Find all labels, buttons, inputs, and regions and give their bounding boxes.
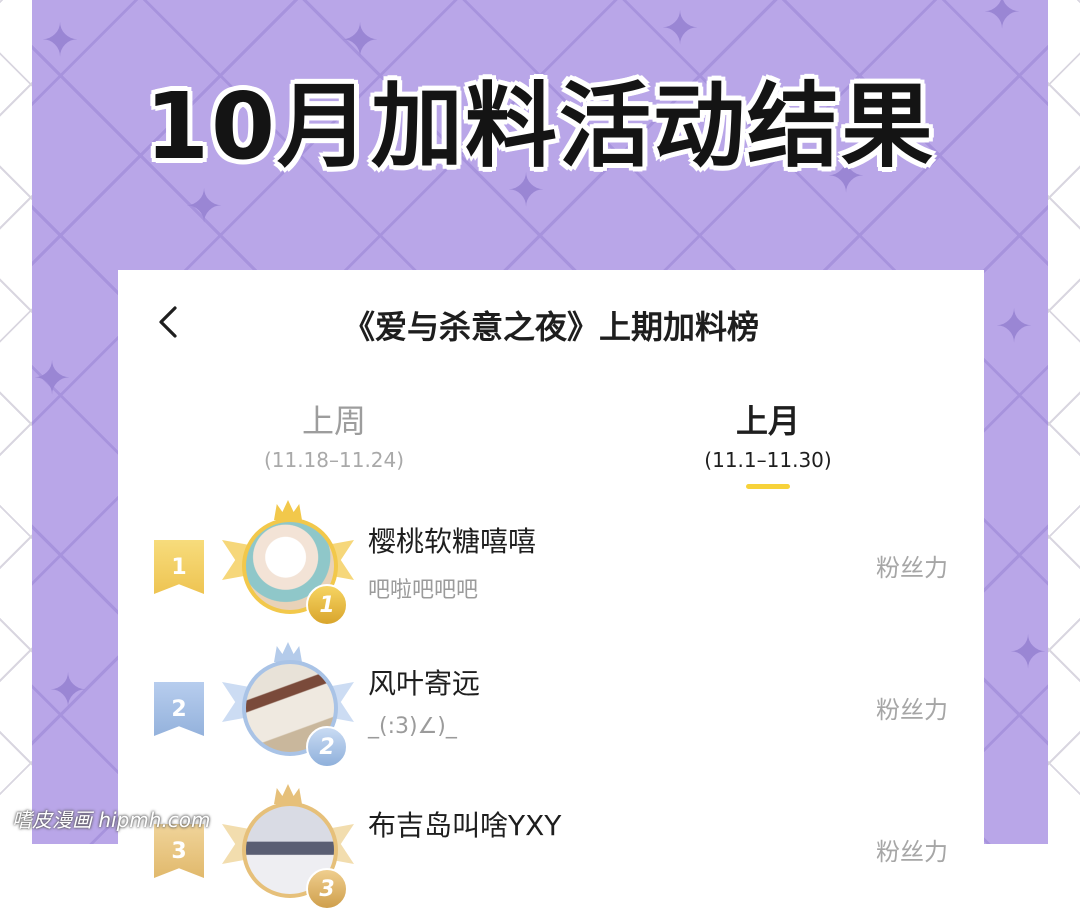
page-title: 《爱与杀意之夜》上期加料榜 [342, 308, 759, 346]
fan-power-label: 粉丝力 [876, 696, 948, 724]
tab-label: 上周 [301, 402, 366, 440]
poster-headline: 10月加料活动结果 [144, 73, 936, 180]
tab-date-range: (11.18–11.24) [263, 448, 405, 472]
user-subtitle: _(:3)∠)_ [368, 714, 457, 739]
leaderboard-card: 《爱与杀意之夜》上期加料榜 上周 (11.18–11.24) 上月 (11.1–… [118, 270, 984, 910]
user-name: 布吉岛叫啥YXY [368, 809, 562, 842]
crown-icon [274, 642, 302, 662]
fan-power-label: 粉丝力 [876, 554, 948, 582]
avatar-frame: 1 [222, 500, 354, 634]
rank-badge: 1 [154, 540, 204, 594]
rank-medal: 1 [306, 584, 348, 626]
rank-medal: 3 [306, 868, 348, 910]
active-tab-indicator [746, 484, 790, 489]
user-subtitle: 吧啦吧吧吧 [368, 578, 479, 603]
sparkle-icon: ✦ [32, 351, 72, 405]
avatar-frame: 3 [222, 784, 354, 918]
sparkle-icon: ✦ [982, 0, 1022, 39]
user-name: 风叶寄远 [368, 667, 481, 700]
rank-badge: 2 [154, 682, 204, 736]
sparkle-icon: ✦ [1008, 625, 1048, 679]
avatar-frame: 2 [222, 642, 354, 776]
rank-medal: 2 [306, 726, 348, 768]
tab-last-week[interactable]: 上周 (11.18–11.24) [214, 396, 454, 472]
fan-power-label: 粉丝力 [876, 838, 948, 866]
site-watermark: 嗜皮漫画 hipmh.com [12, 808, 211, 832]
tab-last-month[interactable]: 上月 (11.1–11.30) [648, 396, 888, 472]
sparkle-icon: ✦ [48, 663, 88, 717]
crown-icon [274, 784, 302, 804]
user-name: 樱桃软糖嘻嘻 [368, 525, 537, 558]
sparkle-icon: ✦ [994, 299, 1034, 353]
tab-date-range: (11.1–11.30) [704, 448, 832, 472]
sparkle-icon: ✦ [660, 1, 700, 55]
ranking-row[interactable]: 1 1 樱桃软糖嘻嘻 吧啦吧吧吧 粉丝力 [118, 500, 984, 634]
tab-label: 上月 [735, 402, 800, 440]
sparkle-icon: ✦ [184, 179, 224, 233]
ranking-row[interactable]: 2 2 风叶寄远 _(:3)∠)_ 粉丝力 [118, 642, 984, 776]
ranking-row[interactable]: 3 3 布吉岛叫啥YXY 粉丝力 [118, 784, 984, 918]
crown-icon [274, 500, 302, 520]
